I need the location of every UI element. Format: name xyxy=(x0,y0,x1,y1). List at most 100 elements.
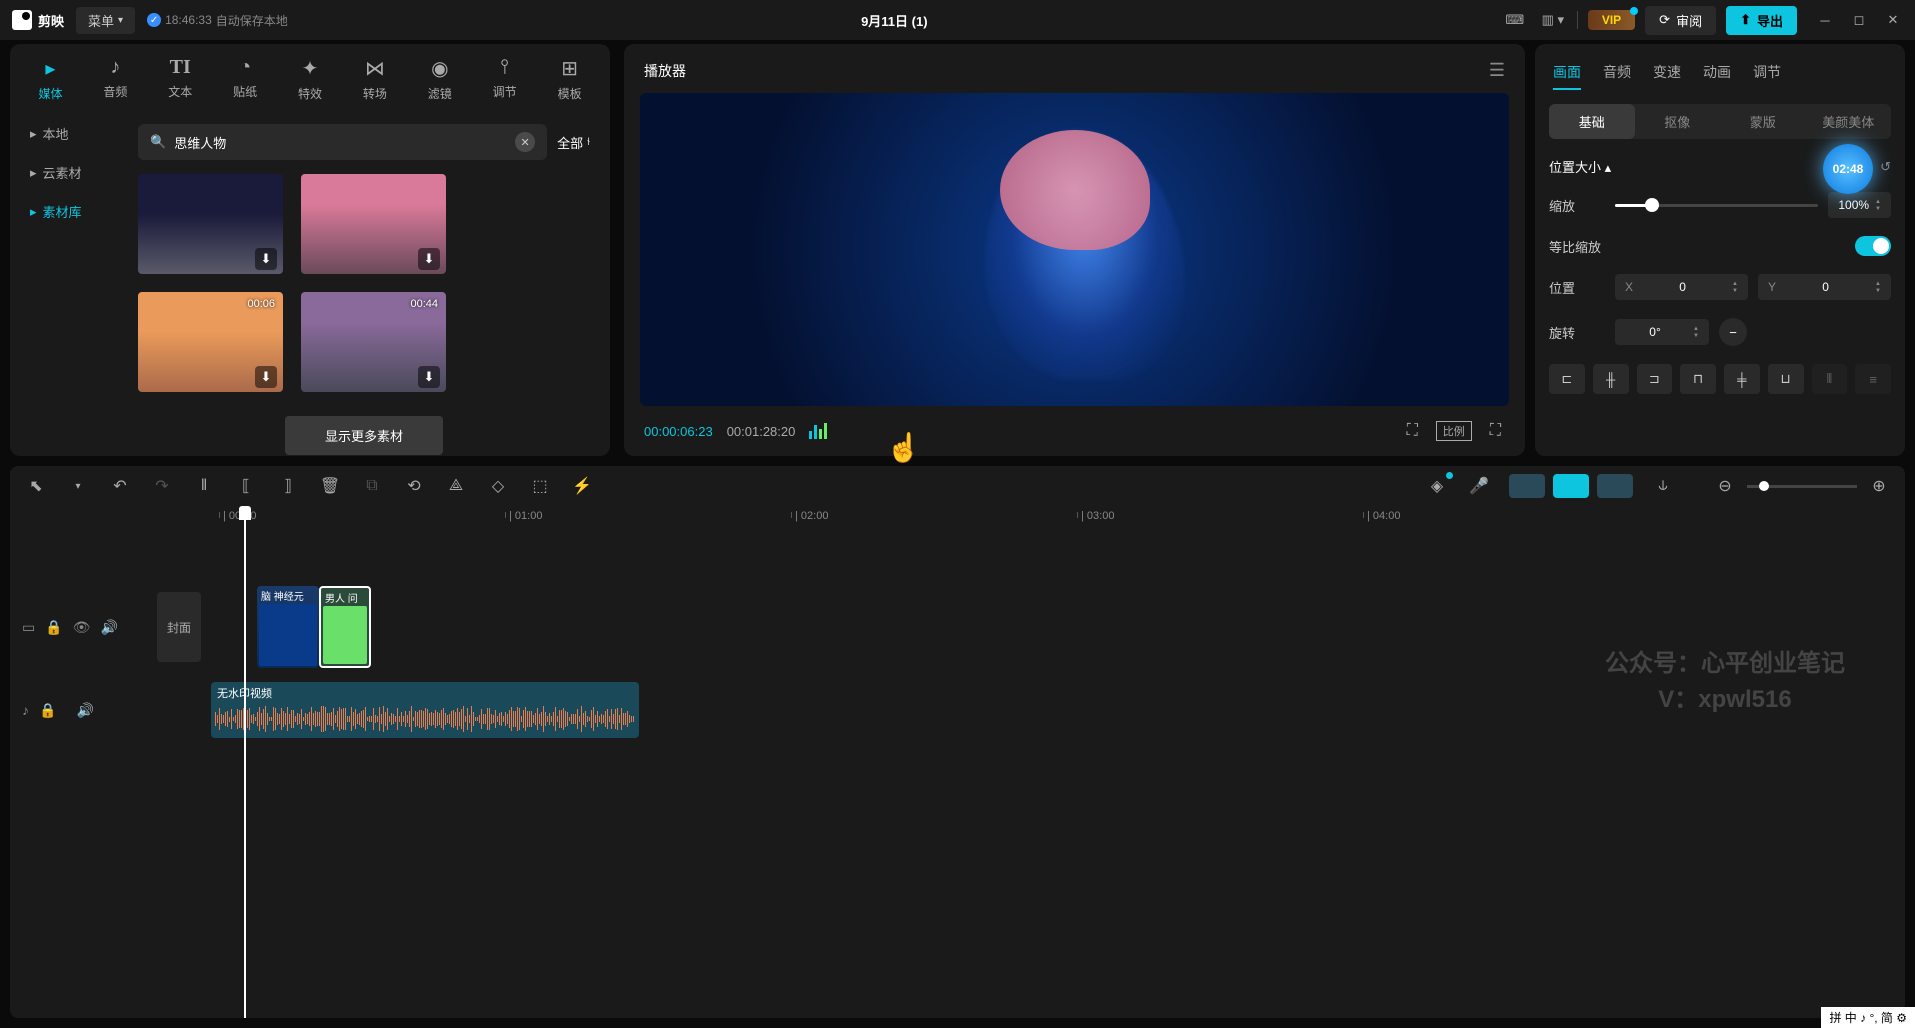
close-button[interactable]: ✕ xyxy=(1883,10,1903,30)
subtab-beauty[interactable]: 美颜美体 xyxy=(1806,104,1892,139)
audio-mute-icon[interactable]: 🔊 xyxy=(76,702,93,719)
tab-media[interactable]: ▸媒体 xyxy=(18,52,83,106)
voiceover-icon[interactable]: 🎤 xyxy=(1467,476,1491,496)
crop-icon[interactable]: ⬚ xyxy=(528,476,552,496)
tab-sticker[interactable]: ◔贴纸 xyxy=(213,52,278,106)
search-box[interactable]: 🔍 ✕ xyxy=(138,124,547,160)
track-mode-1[interactable] xyxy=(1509,474,1545,498)
video-clip-1[interactable]: 脑 神经元 xyxy=(257,586,319,668)
audio-clip[interactable]: 无水印视频 xyxy=(211,682,639,738)
maximize-button[interactable]: ◻ xyxy=(1849,10,1869,30)
uniform-scale-toggle[interactable] xyxy=(1855,236,1891,256)
reset-icon[interactable]: ↺ xyxy=(1880,159,1891,175)
player-viewport[interactable] xyxy=(640,93,1509,406)
subtab-mask[interactable]: 蒙版 xyxy=(1720,104,1806,139)
props-tab-audio[interactable]: 音频 xyxy=(1603,62,1631,90)
rotate-icon[interactable]: ◇ xyxy=(486,476,510,496)
delete-icon[interactable]: 🗑 xyxy=(318,476,342,496)
timeline[interactable]: | 00:00 | 01:00 | 02:00 | 03:00 | 04:00 … xyxy=(10,506,1905,1018)
media-thumbnail[interactable]: ⬇ xyxy=(301,174,446,274)
undo-icon[interactable]: ↶ xyxy=(108,476,132,496)
fullscreen-icon[interactable]: ⛶ xyxy=(1486,420,1505,442)
audio-track-icon[interactable]: ♪ xyxy=(22,702,29,718)
magnet-icon[interactable]: ◈ xyxy=(1425,476,1449,496)
subcat-library[interactable]: ▸ 素材库 xyxy=(18,192,120,231)
cover-button[interactable]: 封面 xyxy=(157,592,201,662)
track-visibility-icon[interactable]: ▭ xyxy=(22,619,35,636)
show-more-button[interactable]: 显示更多素材 xyxy=(285,416,443,455)
link-icon[interactable]: ⫝ xyxy=(1651,477,1675,495)
zoom-slider[interactable] xyxy=(1747,485,1857,488)
trim-left-icon[interactable]: ⟦ xyxy=(234,476,258,496)
select-dropdown-icon[interactable]: ▾ xyxy=(66,481,90,492)
player-menu-icon[interactable]: ☰ xyxy=(1489,60,1505,81)
scale-value[interactable]: 100%▲▼ xyxy=(1828,192,1891,218)
keyboard-icon[interactable]: ⌨ xyxy=(1501,10,1529,30)
video-clip-2[interactable]: 男人 问 xyxy=(319,586,371,668)
timeline-ruler[interactable]: | 00:00 | 01:00 | 02:00 | 03:00 | 04:00 xyxy=(155,506,1905,530)
ime-status-bar[interactable]: 拼 中 ♪ °, 简 ⚙ xyxy=(1821,1007,1915,1028)
align-top-icon[interactable]: ⊓ xyxy=(1680,364,1716,394)
track-lock-icon[interactable]: 🔒 xyxy=(45,619,62,636)
props-tab-video[interactable]: 画面 xyxy=(1553,62,1581,90)
download-icon[interactable]: ⬇ xyxy=(418,366,440,388)
minimize-button[interactable]: ─ xyxy=(1815,10,1835,30)
search-input[interactable] xyxy=(174,135,507,150)
subtab-cutout[interactable]: 抠像 xyxy=(1635,104,1721,139)
track-mode-2[interactable] xyxy=(1553,474,1589,498)
select-tool-icon[interactable]: ⬉ xyxy=(24,476,48,496)
clear-search-button[interactable]: ✕ xyxy=(515,132,535,152)
tab-text[interactable]: TI文本 xyxy=(148,52,213,106)
props-tab-adjust[interactable]: 调节 xyxy=(1753,62,1781,90)
track-eye-icon[interactable]: 👁 xyxy=(73,619,91,636)
export-button[interactable]: ⬆ 导出 xyxy=(1726,6,1797,35)
props-tab-anim[interactable]: 动画 xyxy=(1703,62,1731,90)
rotation-minus-button[interactable]: − xyxy=(1719,318,1747,346)
mirror-icon[interactable]: ⟁ xyxy=(444,477,468,495)
align-bottom-icon[interactable]: ⊔ xyxy=(1768,364,1804,394)
subcat-local[interactable]: ▸ 本地 xyxy=(18,114,120,153)
track-mute-icon[interactable]: 🔊 xyxy=(100,619,117,636)
split-icon[interactable]: ‖ xyxy=(192,477,216,495)
props-tab-speed[interactable]: 变速 xyxy=(1653,62,1681,90)
vip-badge[interactable]: VIP xyxy=(1588,10,1635,30)
tab-template[interactable]: ⊞模板 xyxy=(537,52,602,106)
align-center-v-icon[interactable]: ╪ xyxy=(1724,364,1760,394)
menu-button[interactable]: 菜单▾ xyxy=(76,7,135,34)
playhead[interactable] xyxy=(244,506,246,1018)
media-thumbnail[interactable]: 00:44⬇ xyxy=(301,292,446,392)
align-right-icon[interactable]: ⊐ xyxy=(1637,364,1673,394)
tab-transition[interactable]: ⋈转场 xyxy=(342,52,407,106)
reverse-icon[interactable]: ⟲ xyxy=(402,476,426,496)
redo-icon[interactable]: ↷ xyxy=(150,476,174,496)
scale-slider[interactable] xyxy=(1615,204,1818,207)
subcat-cloud[interactable]: ▸ 云素材 xyxy=(18,153,120,192)
align-center-h-icon[interactable]: ╫ xyxy=(1593,364,1629,394)
media-thumbnail[interactable]: ⬇ xyxy=(138,174,283,274)
download-icon[interactable]: ⬇ xyxy=(255,366,277,388)
filter-all-button[interactable]: 全部 ⫮ xyxy=(557,133,590,152)
position-y-input[interactable]: Y0▲▼ xyxy=(1758,274,1891,300)
audio-lock-icon[interactable]: 🔒 xyxy=(39,702,56,719)
rotation-input[interactable]: 0°▲▼ xyxy=(1615,319,1709,345)
download-icon[interactable]: ⬇ xyxy=(255,248,277,270)
copy-icon[interactable]: ⧉ xyxy=(360,477,384,495)
ai-icon[interactable]: ⚡ xyxy=(570,476,594,496)
zoom-in-icon[interactable]: ⊕ xyxy=(1867,476,1891,496)
download-icon[interactable]: ⬇ xyxy=(418,248,440,270)
media-thumbnail[interactable]: 00:06⬇ xyxy=(138,292,283,392)
track-mode-3[interactable] xyxy=(1597,474,1633,498)
crop-icon[interactable]: ⛶ xyxy=(1403,420,1422,442)
tab-adjust[interactable]: ⫯调节 xyxy=(472,52,537,106)
trim-right-icon[interactable]: ⟧ xyxy=(276,476,300,496)
tab-filter[interactable]: ◉滤镜 xyxy=(407,52,472,106)
align-left-icon[interactable]: ⊏ xyxy=(1549,364,1585,394)
tab-effects[interactable]: ✦特效 xyxy=(278,52,343,106)
ratio-button[interactable]: 比例 xyxy=(1436,421,1472,441)
layout-icon[interactable]: ▥ ▾ xyxy=(1539,10,1567,30)
tab-audio[interactable]: ♪音频 xyxy=(83,52,148,106)
position-x-input[interactable]: X0▲▼ xyxy=(1615,274,1748,300)
review-button[interactable]: ⟳ 审阅 xyxy=(1645,6,1716,35)
subtab-basic[interactable]: 基础 xyxy=(1549,104,1635,139)
zoom-out-icon[interactable]: ⊖ xyxy=(1713,476,1737,496)
